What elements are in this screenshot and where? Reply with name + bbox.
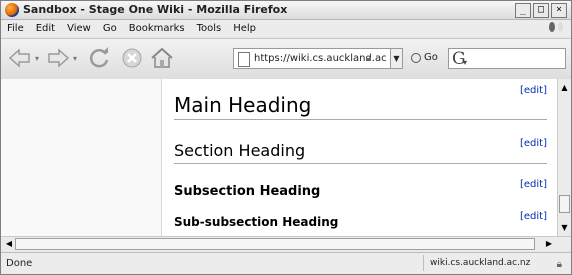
- status-host: wiki.cs.auckland.ac.nz 🔒︎: [423, 255, 568, 271]
- sub-subsection-heading: Sub-subsection Heading: [174, 215, 339, 229]
- window-title: Sandbox - Stage One Wiki - Mozilla Firef…: [23, 3, 288, 16]
- edit-main-heading-link[interactable]: [edit]: [520, 85, 547, 96]
- menu-help[interactable]: Help: [233, 23, 256, 34]
- wiki-sidebar: [1, 79, 162, 236]
- edit-section-heading-link[interactable]: [edit]: [520, 138, 547, 149]
- page-icon: [238, 52, 250, 67]
- stop-button[interactable]: [119, 45, 145, 71]
- menu-tools[interactable]: Tools: [197, 23, 222, 34]
- close-button[interactable]: ×: [551, 3, 567, 18]
- menu-go[interactable]: Go: [103, 23, 117, 34]
- horizontal-scroll-thumb[interactable]: [15, 238, 535, 250]
- menu-bar: File Edit View Go Bookmarks Tools Help: [1, 20, 571, 37]
- vertical-scroll-thumb[interactable]: [559, 195, 570, 213]
- section-heading: Section Heading: [174, 141, 306, 160]
- padlock-icon: 🔒︎: [365, 53, 371, 64]
- back-button[interactable]: [7, 45, 33, 71]
- vertical-scrollbar[interactable]: ▲ ▼: [557, 79, 571, 236]
- back-history-dropdown[interactable]: ▾: [35, 54, 43, 63]
- page-viewport: Main Heading [edit] Section Heading [edi…: [1, 79, 557, 236]
- search-engine-dropdown-icon[interactable]: ▾: [463, 58, 467, 67]
- home-button[interactable]: [149, 45, 175, 71]
- maximize-button[interactable]: □: [533, 3, 549, 18]
- forward-history-dropdown[interactable]: ▾: [73, 54, 81, 63]
- scroll-up-arrow-icon[interactable]: ▲: [559, 81, 570, 94]
- go-button[interactable]: Go: [411, 52, 438, 63]
- heading-rule: [174, 119, 547, 120]
- title-bar: Sandbox - Stage One Wiki - Mozilla Firef…: [1, 1, 571, 20]
- minimize-button[interactable]: _: [515, 3, 531, 18]
- wiki-article: Main Heading [edit] Section Heading [edi…: [162, 79, 557, 236]
- search-input[interactable]: G ▾: [448, 48, 566, 69]
- forward-arrow-icon: [48, 48, 70, 68]
- url-bar[interactable]: https://wiki.cs.auckland.ac 🔒︎: [233, 48, 391, 69]
- status-host-text: wiki.cs.auckland.ac.nz: [430, 258, 531, 268]
- main-heading: Main Heading: [174, 93, 312, 117]
- scroll-right-arrow-icon[interactable]: ▶: [543, 238, 555, 250]
- scroll-left-arrow-icon[interactable]: ◀: [3, 238, 15, 250]
- browser-window: Sandbox - Stage One Wiki - Mozilla Firef…: [0, 0, 572, 275]
- section-rule: [174, 163, 547, 164]
- status-text: Done: [6, 258, 33, 269]
- menu-file[interactable]: File: [7, 23, 24, 34]
- window-controls: _ □ ×: [515, 3, 567, 18]
- menu-bookmarks[interactable]: Bookmarks: [129, 23, 185, 34]
- go-label: Go: [424, 52, 438, 63]
- status-bar: Done wiki.cs.auckland.ac.nz 🔒︎: [1, 252, 571, 274]
- edit-subsection-heading-link[interactable]: [edit]: [520, 179, 547, 190]
- reload-icon: [89, 47, 109, 68]
- menu-view[interactable]: View: [67, 23, 91, 34]
- reload-button[interactable]: [87, 45, 113, 71]
- activity-throbber-icon: [549, 22, 563, 36]
- url-history-dropdown[interactable]: ▼: [390, 48, 403, 69]
- stop-icon: [122, 48, 142, 68]
- back-arrow-icon: [8, 48, 30, 68]
- horizontal-scrollbar[interactable]: ◀ ▶: [1, 236, 571, 251]
- home-icon: [151, 47, 173, 68]
- scroll-down-arrow-icon[interactable]: ▼: [559, 221, 570, 234]
- menu-edit[interactable]: Edit: [36, 23, 55, 34]
- navigation-toolbar: ▾ ▾ https://wiki.cs.auckland.ac 🔒︎ ▼ Go …: [1, 38, 571, 80]
- padlock-icon[interactable]: 🔒︎: [557, 257, 562, 273]
- go-icon: [411, 52, 421, 63]
- firefox-icon: [5, 3, 19, 17]
- forward-button[interactable]: [45, 45, 71, 71]
- subsection-heading: Subsection Heading: [174, 184, 321, 199]
- edit-sub-subsection-heading-link[interactable]: [edit]: [520, 211, 547, 222]
